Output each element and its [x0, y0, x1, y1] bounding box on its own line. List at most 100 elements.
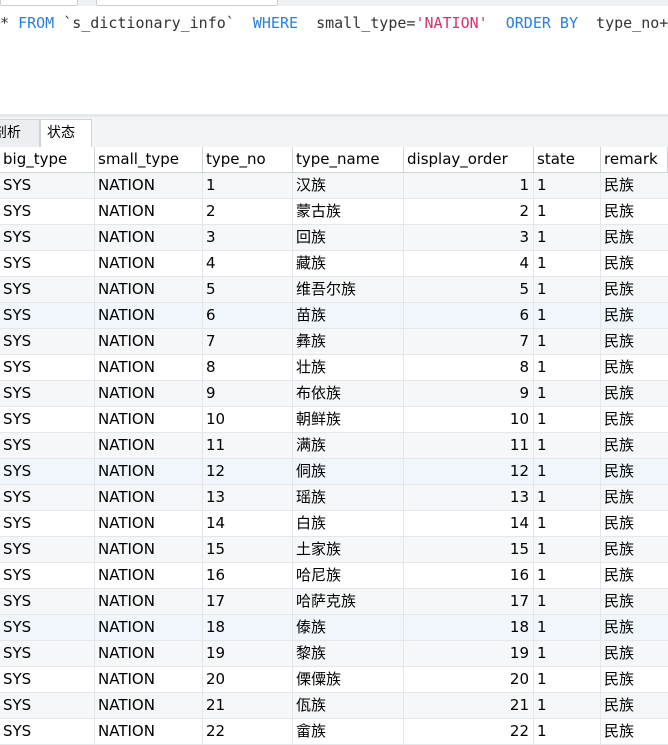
table-cell-big-type[interactable]: SYS [0, 251, 95, 276]
table-cell-type-name[interactable]: 土家族 [293, 537, 404, 562]
table-cell-remark[interactable]: 民族 [601, 719, 668, 744]
table-cell-big-type[interactable]: SYS [0, 199, 95, 224]
table-cell-big-type[interactable]: SYS [0, 329, 95, 354]
table-cell-type-no[interactable]: 21 [203, 693, 293, 718]
tab-profiling[interactable]: 剖析 [0, 119, 40, 147]
table-cell-type-no[interactable]: 6 [203, 303, 293, 328]
table-cell-remark[interactable]: 民族 [601, 485, 668, 510]
table-cell-state[interactable]: 1 [534, 719, 601, 744]
table-cell-type-no[interactable]: 20 [203, 667, 293, 692]
table-cell-remark[interactable]: 民族 [601, 641, 668, 666]
sql-editor[interactable]: * FROM `s_dictionary_info` WHERE small_t… [0, 6, 668, 114]
table-cell-big-type[interactable]: SYS [0, 641, 95, 666]
table-cell-state[interactable]: 1 [534, 329, 601, 354]
table-row[interactable]: SYS NATION 3 回族 3 1 民族 [0, 225, 668, 251]
table-cell-small-type[interactable]: NATION [95, 667, 203, 692]
table-cell-display-order[interactable]: 21 [404, 693, 534, 718]
table-cell-type-name[interactable]: 藏族 [293, 251, 404, 276]
table-row[interactable]: SYS NATION 4 藏族 4 1 民族 [0, 251, 668, 277]
table-cell-type-no[interactable]: 9 [203, 381, 293, 406]
table-cell-type-no[interactable]: 15 [203, 537, 293, 562]
table-cell-state[interactable]: 1 [534, 199, 601, 224]
table-cell-type-no[interactable]: 7 [203, 329, 293, 354]
table-cell-display-order[interactable]: 10 [404, 407, 534, 432]
table-cell-remark[interactable]: 民族 [601, 173, 668, 198]
table-cell-display-order[interactable]: 9 [404, 381, 534, 406]
table-cell-type-no[interactable]: 19 [203, 641, 293, 666]
table-cell-state[interactable]: 1 [534, 589, 601, 614]
table-row[interactable]: SYS NATION 17 哈萨克族 17 1 民族 [0, 589, 668, 615]
table-cell-type-name[interactable]: 维吾尔族 [293, 277, 404, 302]
table-row[interactable]: SYS NATION 15 土家族 15 1 民族 [0, 537, 668, 563]
table-cell-small-type[interactable]: NATION [95, 355, 203, 380]
column-header[interactable]: big_type [0, 147, 95, 172]
column-header[interactable]: type_name [293, 147, 404, 172]
table-cell-big-type[interactable]: SYS [0, 225, 95, 250]
table-cell-display-order[interactable]: 22 [404, 719, 534, 744]
table-cell-type-name[interactable]: 汉族 [293, 173, 404, 198]
table-cell-type-no[interactable]: 10 [203, 407, 293, 432]
table-cell-small-type[interactable]: NATION [95, 459, 203, 484]
table-cell-display-order[interactable]: 2 [404, 199, 534, 224]
table-cell-display-order[interactable]: 12 [404, 459, 534, 484]
table-cell-state[interactable]: 1 [534, 537, 601, 562]
table-cell-state[interactable]: 1 [534, 641, 601, 666]
table-cell-display-order[interactable]: 1 [404, 173, 534, 198]
table-cell-big-type[interactable]: SYS [0, 381, 95, 406]
table-row[interactable]: SYS NATION 6 苗族 6 1 民族 [0, 303, 668, 329]
table-cell-remark[interactable]: 民族 [601, 693, 668, 718]
table-cell-big-type[interactable]: SYS [0, 407, 95, 432]
table-cell-state[interactable]: 1 [534, 693, 601, 718]
table-cell-big-type[interactable]: SYS [0, 433, 95, 458]
table-cell-state[interactable]: 1 [534, 407, 601, 432]
table-cell-display-order[interactable]: 6 [404, 303, 534, 328]
table-row[interactable]: SYS NATION 12 侗族 12 1 民族 [0, 459, 668, 485]
table-cell-remark[interactable]: 民族 [601, 511, 668, 536]
table-cell-remark[interactable]: 民族 [601, 303, 668, 328]
table-cell-type-name[interactable]: 哈萨克族 [293, 589, 404, 614]
table-cell-state[interactable]: 1 [534, 667, 601, 692]
column-header[interactable]: remark [601, 147, 668, 172]
table-cell-small-type[interactable]: NATION [95, 381, 203, 406]
table-cell-remark[interactable]: 民族 [601, 563, 668, 588]
table-cell-type-no[interactable]: 17 [203, 589, 293, 614]
table-cell-small-type[interactable]: NATION [95, 693, 203, 718]
table-cell-type-name[interactable]: 回族 [293, 225, 404, 250]
table-cell-state[interactable]: 1 [534, 563, 601, 588]
table-cell-display-order[interactable]: 4 [404, 251, 534, 276]
table-cell-small-type[interactable]: NATION [95, 511, 203, 536]
table-cell-small-type[interactable]: NATION [95, 251, 203, 276]
table-cell-state[interactable]: 1 [534, 251, 601, 276]
table-cell-display-order[interactable]: 13 [404, 485, 534, 510]
table-cell-big-type[interactable]: SYS [0, 173, 95, 198]
table-cell-small-type[interactable]: NATION [95, 303, 203, 328]
table-cell-state[interactable]: 1 [534, 303, 601, 328]
table-cell-type-name[interactable]: 满族 [293, 433, 404, 458]
table-cell-type-name[interactable]: 白族 [293, 511, 404, 536]
table-cell-type-no[interactable]: 22 [203, 719, 293, 744]
table-cell-state[interactable]: 1 [534, 433, 601, 458]
table-cell-type-no[interactable]: 1 [203, 173, 293, 198]
table-cell-type-no[interactable]: 3 [203, 225, 293, 250]
table-cell-small-type[interactable]: NATION [95, 537, 203, 562]
table-cell-type-no[interactable]: 18 [203, 615, 293, 640]
table-cell-big-type[interactable]: SYS [0, 719, 95, 744]
table-cell-remark[interactable]: 民族 [601, 667, 668, 692]
table-cell-remark[interactable]: 民族 [601, 199, 668, 224]
table-row[interactable]: SYS NATION 1 汉族 1 1 民族 [0, 173, 668, 199]
table-cell-big-type[interactable]: SYS [0, 303, 95, 328]
table-cell-display-order[interactable]: 11 [404, 433, 534, 458]
table-cell-type-no[interactable]: 4 [203, 251, 293, 276]
table-row[interactable]: SYS NATION 2 蒙古族 2 1 民族 [0, 199, 668, 225]
table-row[interactable]: SYS NATION 16 哈尼族 16 1 民族 [0, 563, 668, 589]
tab-status[interactable]: 状态 [40, 119, 92, 147]
table-cell-big-type[interactable]: SYS [0, 563, 95, 588]
table-cell-big-type[interactable]: SYS [0, 693, 95, 718]
table-cell-type-no[interactable]: 11 [203, 433, 293, 458]
table-cell-remark[interactable]: 民族 [601, 537, 668, 562]
table-cell-type-name[interactable]: 畲族 [293, 719, 404, 744]
table-row[interactable]: SYS NATION 11 满族 11 1 民族 [0, 433, 668, 459]
table-cell-small-type[interactable]: NATION [95, 641, 203, 666]
table-cell-big-type[interactable]: SYS [0, 667, 95, 692]
table-cell-small-type[interactable]: NATION [95, 407, 203, 432]
